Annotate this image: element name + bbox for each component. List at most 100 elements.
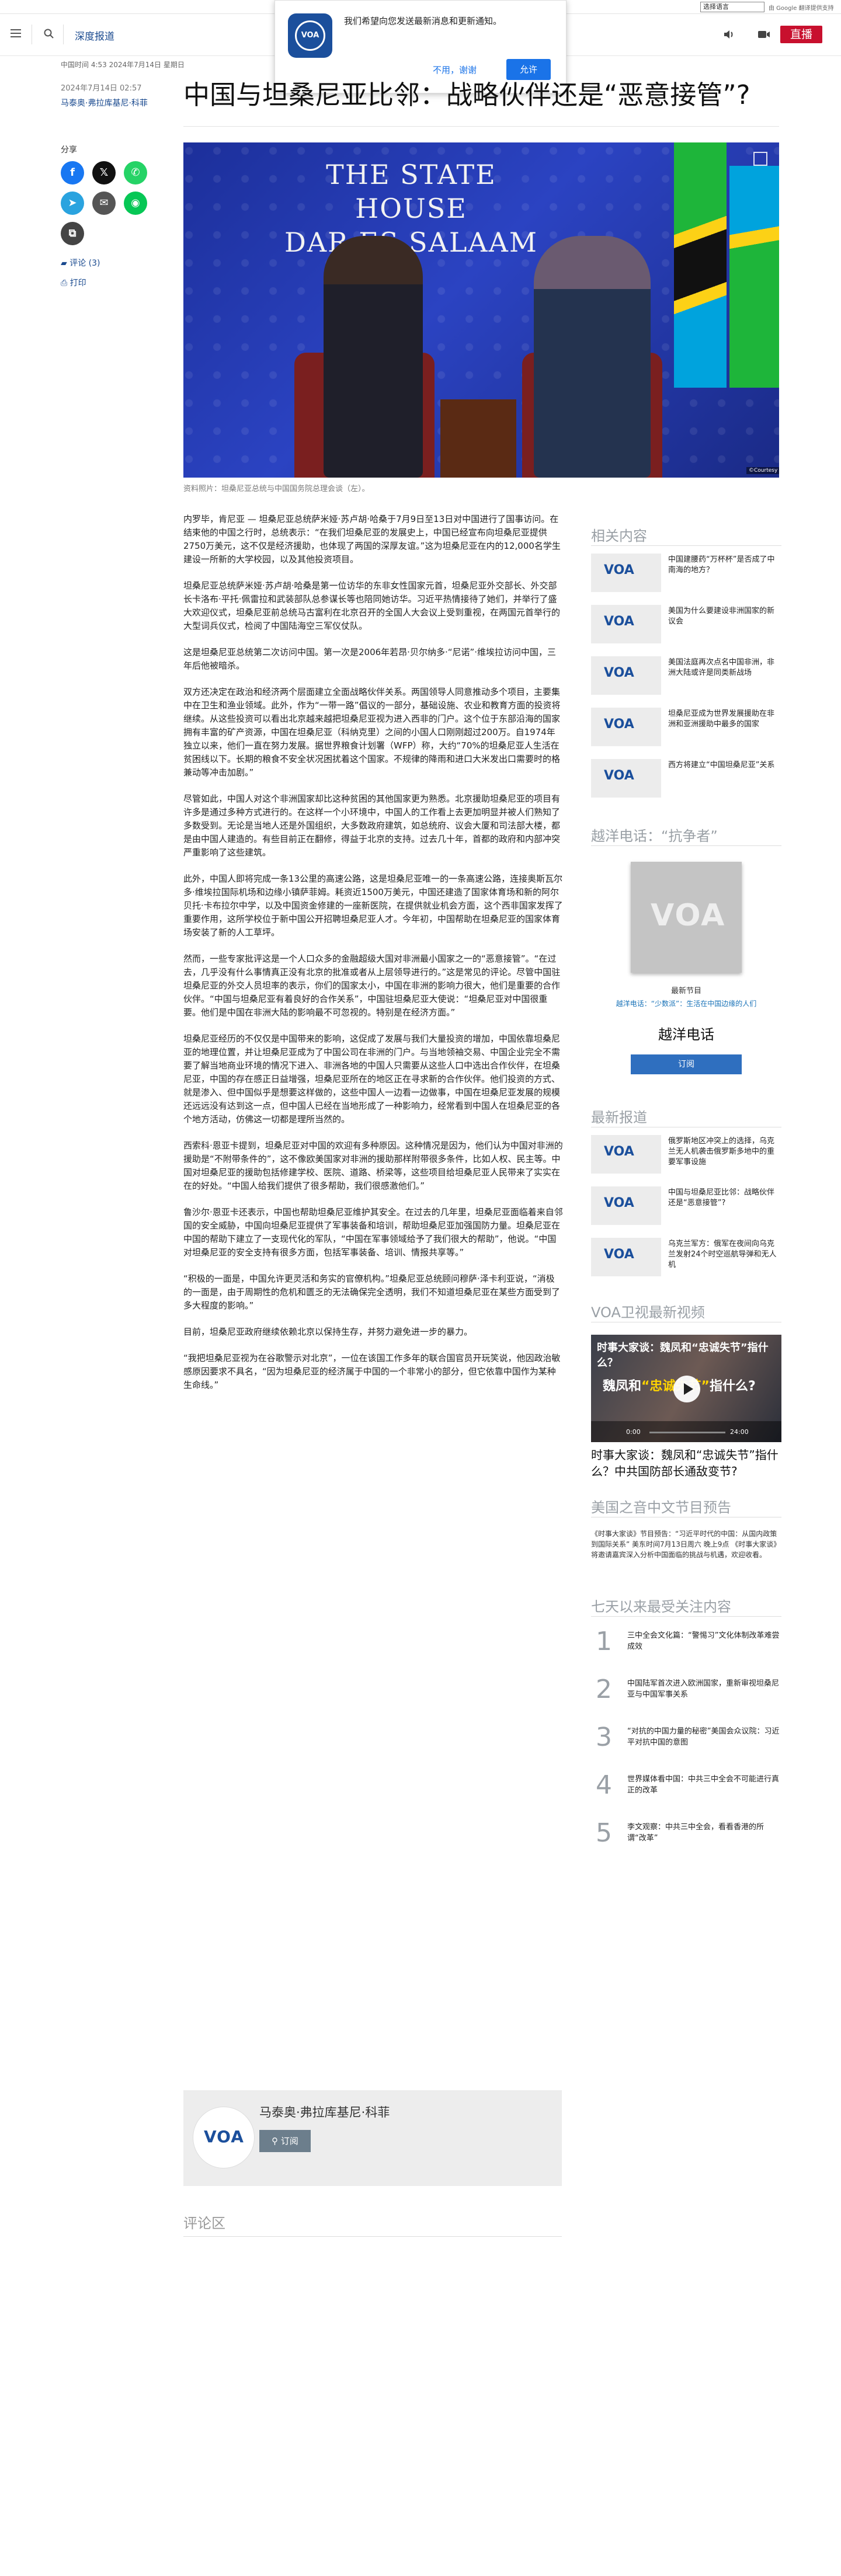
- thumbnail-logo: VOA: [604, 563, 634, 577]
- schedule-text[interactable]: 《时事大家谈》节目预告：“习近平时代的中国：从国内政策到国际关系” 美东时间7月…: [591, 1529, 781, 1560]
- thumbnail: VOA: [591, 1238, 661, 1276]
- rail-item-title: 坦桑尼亚成为世界发展援助在非洲和亚洲援助中最多的国家: [668, 709, 775, 729]
- print-link-label: 打印: [69, 279, 86, 288]
- rail-list-item[interactable]: VOA 美国法庭再次点名中国非洲，非洲大陆或许是同类新战场: [591, 656, 781, 699]
- rail-list-item[interactable]: VOA 俄罗斯地区冲突上的选择，乌克兰无人机袭击俄罗斯多地中的重要军事设施: [591, 1135, 781, 1178]
- expand-icon[interactable]: [753, 152, 767, 166]
- video-player[interactable]: 时事大家谈：魏凤和“忠诚失节”指什么？ 魏凤和“忠诚失节”指什么? 0:00 2…: [591, 1335, 781, 1442]
- language-select[interactable]: 选择语言: [700, 2, 764, 12]
- popular-item[interactable]: 5 李文观察：中共三中全会，看看香港的所谓“改革”: [591, 1818, 781, 1853]
- schedule-heading: 美国之音中文节目预告: [591, 1499, 731, 1516]
- popular-title: 三中全会文化篇：“警惕习”文化体制改革难尝成效: [627, 1631, 780, 1651]
- article-paragraph: 尽管如此，中国人对这个非洲国家却比这种贫困的其他国家更为熟悉。北京援助坦桑尼亚的…: [183, 793, 561, 858]
- copy-link-button[interactable]: ⧉: [61, 222, 84, 245]
- search-icon[interactable]: [43, 28, 55, 40]
- rail-list-item[interactable]: VOA 中国建腰药“万杯杯”是否成了中南海的地方？: [591, 554, 781, 597]
- thumbnail: VOA: [591, 708, 661, 746]
- translate-credit[interactable]: 由 Google 翻译提供支持: [769, 3, 834, 12]
- podcast-latest-label: 最新节目: [670, 987, 701, 995]
- facebook-share-button[interactable]: f: [61, 161, 84, 185]
- rail-item-title: 乌克兰军方：俄军在夜间向乌克兰发射24个时空巡航导弹和无人机: [668, 1240, 777, 1269]
- decline-button[interactable]: 不用，谢谢: [433, 64, 477, 76]
- play-icon[interactable]: [673, 1376, 700, 1402]
- hero-image[interactable]: THE STATE HOUSE DAR ES SALAAM ©Courtesy: [183, 142, 779, 478]
- comment-icon: ▰: [61, 259, 70, 268]
- popular-title: 中国陆军首次进入欧洲国家，重新审视坦桑尼亚与中国军事关系: [627, 1679, 780, 1699]
- line-share-button[interactable]: ◉: [124, 192, 147, 215]
- article-paragraph: 目前，坦桑尼亚政府继续依赖北京以保持生存，并努力避免进一步的暴力。: [183, 1327, 473, 1337]
- article-paragraph: 坦桑尼亚经历的不仅仅是中国带来的影响，这促成了发展与我们大量投资的增加，中国依靠…: [183, 1033, 561, 1125]
- video-headline-part: 指什么?: [709, 1379, 756, 1394]
- thumbnail-logo: VOA: [604, 768, 634, 783]
- video-caption[interactable]: 时事大家谈：魏凤和“忠诚失节”指什么？中共国防部长通敌变节?: [591, 1447, 781, 1480]
- popular-rank: 2: [596, 1675, 612, 1704]
- voa-logo: VOA: [288, 13, 332, 58]
- rail-list-item[interactable]: VOA 中国与坦桑尼亚比邻：战略伙伴还是“恶意接管”?: [591, 1186, 781, 1230]
- person: [324, 236, 423, 478]
- divider: [183, 2236, 562, 2237]
- popular-title: 李文观察：中共三中全会，看看香港的所谓“改革”: [627, 1823, 764, 1843]
- rail-list-item[interactable]: VOA 乌克兰军方：俄军在夜间向乌克兰发射24个时空巡航导弹和无人机: [591, 1238, 781, 1281]
- divider: [591, 1616, 781, 1617]
- page-title: 中国与坦桑尼亚比邻：战略伙伴还是“恶意接管”?: [183, 79, 750, 110]
- article-paragraph: “积极的一面是，中国允许更灵活和务实的官僚机构。”坦桑尼亚总统顾问穆萨·泽卡利亚…: [183, 1273, 561, 1311]
- article-paragraph: 内罗毕，肯尼亚 — 坦桑尼亚总统萨米娅·苏卢胡·哈桑于7月9日至13日对中国进行…: [183, 514, 561, 565]
- thumbnail-logo: VOA: [604, 1196, 634, 1210]
- allow-button[interactable]: 允许: [506, 59, 551, 80]
- person: [534, 236, 651, 478]
- divider: [63, 25, 64, 44]
- article-paragraph: 这是坦桑尼亚总统第二次访问中国。第一次是2006年若昂·贝尔纳多·“尼诺”·维埃…: [183, 647, 557, 671]
- image-caption: 资料照片：坦桑尼亚总统与中国国务院总理会谈（左）。: [183, 485, 370, 493]
- thumbnail-logo: VOA: [604, 1247, 634, 1262]
- share-label: 分享: [61, 145, 77, 155]
- video-progress-bar[interactable]: [649, 1432, 725, 1433]
- video-heading[interactable]: VOA卫视最新视频: [591, 1301, 705, 1321]
- author-link[interactable]: 马泰奥·弗拉库基尼·科菲: [61, 97, 148, 109]
- menu-icon[interactable]: [8, 27, 23, 42]
- popular-item[interactable]: 4 世界媒体看中国：中共三中全会不可能进行真正的改革: [591, 1770, 781, 1805]
- article-paragraph: “我把坦桑尼亚视为在谷歌警示对北京”，一位在该国工作多年的联合国官员开玩笑说，他…: [183, 1353, 561, 1390]
- podcast-subscribe-button[interactable]: 订阅: [631, 1054, 742, 1074]
- telegram-share-button[interactable]: ➤: [61, 192, 84, 215]
- section-link[interactable]: 深度报道: [75, 28, 114, 43]
- popular-item[interactable]: 3 “对抗的中国力量的秘密”美国会众议院：习近平对抗中国的意图: [591, 1722, 781, 1757]
- notification-message: 我们希望向您发送最新消息和更新通知。: [344, 16, 502, 26]
- popular-heading: 七天以来最受关注内容: [591, 1599, 731, 1615]
- rail-item-title: 俄罗斯地区冲突上的选择，乌克兰无人机袭击俄罗斯多地中的重要军事设施: [668, 1137, 775, 1167]
- x-share-button[interactable]: 𝕏: [92, 161, 116, 185]
- rail-list-item[interactable]: VOA 美国为什么要建设非洲国家的新议会: [591, 605, 781, 648]
- rail-item-title: 美国为什么要建设非洲国家的新议会: [668, 607, 775, 626]
- comments-link[interactable]: ▰ 评论 (3): [61, 257, 100, 269]
- video-icon[interactable]: [757, 29, 771, 40]
- article-paragraph: 西索科·恩亚卡提到，坦桑尼亚对中国的欢迎有多种原因。这种情况是因为，他们认为中国…: [183, 1140, 563, 1191]
- article-paragraph: 然而，一些专家批评这是一个人口众多的金融超级大国对非洲最小国家之一的“恶意接管”…: [183, 953, 561, 1018]
- photo-credit: ©Courtesy: [746, 467, 779, 474]
- video-headline-part: 魏凤和: [603, 1379, 642, 1394]
- author-name[interactable]: 马泰奥·弗拉库基尼·科菲: [259, 2103, 390, 2121]
- live-button[interactable]: 直播: [780, 26, 822, 43]
- thumbnail-logo: VOA: [604, 666, 634, 680]
- author-subscribe-button[interactable]: ⚲ 订阅: [259, 2130, 311, 2152]
- side-table: [440, 399, 516, 478]
- divider: [591, 545, 781, 546]
- print-icon: ⎙: [61, 279, 70, 288]
- article-paragraph: 鲁沙尔·恩亚卡还表示，中国也帮助坦桑尼亚维护其安全。在过去的几年里，坦桑尼亚面临…: [183, 1207, 563, 1258]
- podcast-cover[interactable]: VOA: [631, 862, 742, 973]
- audio-icon[interactable]: [723, 29, 736, 40]
- podcast-episode-link[interactable]: 越洋电话：“少数派”：生活在中国边缘的人们: [591, 998, 781, 1008]
- email-share-button[interactable]: ✉: [92, 192, 116, 215]
- comments-heading: 评论区: [183, 2215, 225, 2232]
- podcast-heading[interactable]: 越洋电话：“抗争者”: [591, 824, 718, 845]
- popular-item[interactable]: 2 中国陆军首次进入欧洲国家，重新审视坦桑尼亚与中国军事关系: [591, 1675, 781, 1710]
- rail-list-item[interactable]: VOA 西方将建立“中国坦桑尼亚”关系: [591, 759, 781, 802]
- podcast-name: 越洋电话: [658, 1026, 714, 1043]
- rail-list-item[interactable]: VOA 坦桑尼亚成为世界发展援助在非洲和亚洲援助中最多的国家: [591, 708, 781, 751]
- latest-heading: 最新报道: [591, 1109, 647, 1126]
- related-heading: 相关内容: [591, 528, 647, 544]
- whatsapp-share-button[interactable]: ✆: [124, 161, 147, 185]
- popular-item[interactable]: 1 三中全会文化篇：“警惕习”文化体制改革难尝成效: [591, 1627, 781, 1662]
- print-link[interactable]: ⎙ 打印: [61, 277, 86, 288]
- article-paragraph: 坦桑尼亚总统萨米娅·苏卢胡·哈桑是第一位访华的东非女性国家元首，坦桑尼亚外交部长…: [183, 580, 561, 631]
- video-overlay-title: 时事大家谈：魏凤和“忠诚失节”指什么？: [597, 1342, 769, 1369]
- divider: [183, 126, 779, 127]
